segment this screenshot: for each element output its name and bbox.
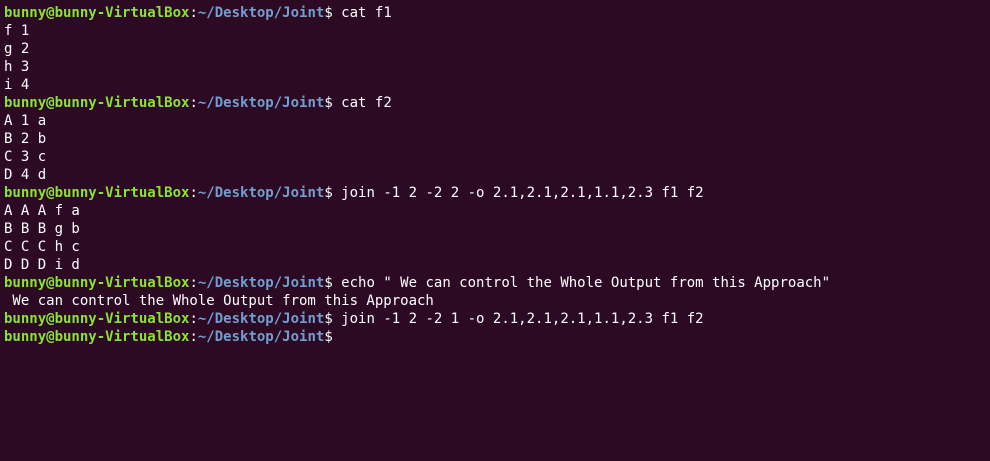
prompt-user-host: bunny@bunny-VirtualBox [4, 185, 190, 201]
command-text: cat f2 [332, 95, 392, 111]
output-line: C 3 c [4, 149, 47, 165]
prompt-dollar: $ [324, 5, 333, 21]
output-line: We can control the Whole Output from thi… [4, 293, 434, 309]
prompt-line: bunny@bunny-VirtualBox:~/Desktop/Joint$ … [4, 310, 990, 328]
prompt-path: ~/Desktop/Joint [197, 185, 325, 201]
prompt-user-host: bunny@bunny-VirtualBox [4, 329, 190, 345]
output-line: C C C h c [4, 239, 80, 255]
prompt-dollar: $ [324, 185, 333, 201]
prompt-user-host: bunny@bunny-VirtualBox [4, 95, 190, 111]
prompt-separator: : [189, 329, 198, 345]
prompt-separator: : [189, 5, 198, 21]
prompt-dollar: $ [324, 311, 333, 327]
prompt-path: ~/Desktop/Joint [197, 311, 325, 327]
prompt-user-host: bunny@bunny-VirtualBox [4, 311, 190, 327]
command-text: echo " We can control the Whole Output f… [332, 275, 831, 291]
output-line: i 4 [4, 77, 30, 93]
prompt-separator: : [189, 311, 198, 327]
output-line: A A A f a [4, 203, 80, 219]
command-text: cat f1 [332, 5, 392, 21]
prompt-separator: : [189, 275, 198, 291]
prompt-path: ~/Desktop/Joint [197, 329, 325, 345]
prompt-dollar: $ [324, 329, 333, 345]
output-line: B 2 b [4, 131, 47, 147]
output-line: D 4 d [4, 167, 47, 183]
terminal-window[interactable]: bunny@bunny-VirtualBox:~/Desktop/Joint$ … [0, 0, 990, 461]
prompt-path: ~/Desktop/Joint [197, 5, 325, 21]
prompt-separator: : [189, 95, 198, 111]
command-text: join -1 2 -2 1 -o 2.1,2.1,2.1,1.1,2.3 f1… [332, 311, 704, 327]
prompt-user-host: bunny@bunny-VirtualBox [4, 275, 190, 291]
prompt-line: bunny@bunny-VirtualBox:~/Desktop/Joint$ … [4, 4, 990, 22]
prompt-separator: : [189, 185, 198, 201]
prompt-line: bunny@bunny-VirtualBox:~/Desktop/Joint$ … [4, 184, 990, 202]
prompt-path: ~/Desktop/Joint [197, 275, 325, 291]
command-text: join -1 2 -2 2 -o 2.1,2.1,2.1,1.1,2.3 f1… [332, 185, 704, 201]
output-line: D D D i d [4, 257, 80, 273]
prompt-path: ~/Desktop/Joint [197, 95, 325, 111]
prompt-dollar: $ [324, 95, 333, 111]
prompt-line: bunny@bunny-VirtualBox:~/Desktop/Joint$ … [4, 94, 990, 112]
output-line: A 1 a [4, 113, 47, 129]
prompt-line: bunny@bunny-VirtualBox:~/Desktop/Joint$ … [4, 274, 990, 292]
prompt-line-active[interactable]: bunny@bunny-VirtualBox:~/Desktop/Joint$ [4, 328, 990, 346]
prompt-user-host: bunny@bunny-VirtualBox [4, 5, 190, 21]
output-line: h 3 [4, 59, 30, 75]
output-line: g 2 [4, 41, 30, 57]
output-line: B B B g b [4, 221, 80, 237]
prompt-dollar: $ [324, 275, 333, 291]
output-line: f 1 [4, 23, 30, 39]
